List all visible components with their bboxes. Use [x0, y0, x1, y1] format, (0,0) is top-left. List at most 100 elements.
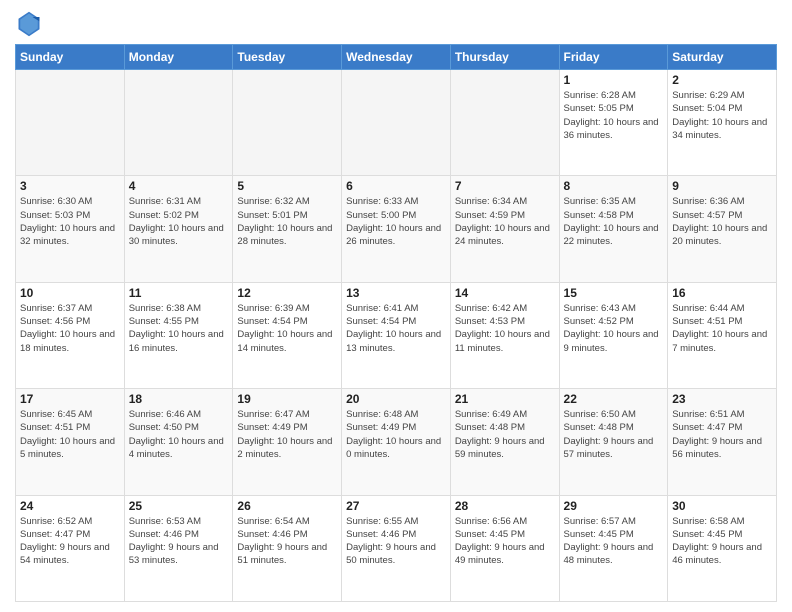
day-info: Sunrise: 6:29 AM Sunset: 5:04 PM Dayligh… — [672, 89, 772, 142]
calendar-cell: 5 Sunrise: 6:32 AM Sunset: 5:01 PM Daylig… — [233, 176, 342, 282]
weekday-header-saturday: Saturday — [668, 45, 777, 70]
day-number: 12 — [237, 286, 337, 300]
weekday-header-monday: Monday — [124, 45, 233, 70]
calendar-cell: 1 Sunrise: 6:28 AM Sunset: 5:05 PM Daylig… — [559, 70, 668, 176]
week-row-1: 1 Sunrise: 6:28 AM Sunset: 5:05 PM Daylig… — [16, 70, 777, 176]
day-info: Sunrise: 6:46 AM Sunset: 4:50 PM Dayligh… — [129, 408, 229, 461]
calendar-cell: 10 Sunrise: 6:37 AM Sunset: 4:56 PM Dayli… — [16, 282, 125, 388]
day-number: 10 — [20, 286, 120, 300]
day-info: Sunrise: 6:30 AM Sunset: 5:03 PM Dayligh… — [20, 195, 120, 248]
calendar-cell: 20Sunrise: 6:48 AM Sunset: 4:49 PM Dayli… — [342, 389, 451, 495]
calendar-cell: 29 Sunrise: 6:57 AM Sunset: 4:45 PM Dayli… — [559, 495, 668, 601]
calendar-cell: 21Sunrise: 6:49 AM Sunset: 4:48 PM Dayli… — [450, 389, 559, 495]
day-info: Sunrise: 6:31 AM Sunset: 5:02 PM Dayligh… — [129, 195, 229, 248]
calendar-cell: 2 Sunrise: 6:29 AM Sunset: 5:04 PM Daylig… — [668, 70, 777, 176]
calendar-cell: 13 Sunrise: 6:41 AM Sunset: 4:54 PM Dayli… — [342, 282, 451, 388]
day-info: Sunrise: 6:39 AM Sunset: 4:54 PM Dayligh… — [237, 302, 337, 355]
weekday-header-thursday: Thursday — [450, 45, 559, 70]
day-number: 2 — [672, 73, 772, 87]
day-number: 16 — [672, 286, 772, 300]
calendar: SundayMondayTuesdayWednesdayThursdayFrid… — [15, 44, 777, 602]
day-number: 20 — [346, 392, 446, 406]
calendar-cell: 4 Sunrise: 6:31 AM Sunset: 5:02 PM Daylig… — [124, 176, 233, 282]
day-info: Sunrise: 6:41 AM Sunset: 4:54 PM Dayligh… — [346, 302, 446, 355]
week-row-5: 24Sunrise: 6:52 AM Sunset: 4:47 PM Dayli… — [16, 495, 777, 601]
calendar-cell: 25Sunrise: 6:53 AM Sunset: 4:46 PM Dayli… — [124, 495, 233, 601]
day-info: Sunrise: 6:51 AM Sunset: 4:47 PM Dayligh… — [672, 408, 772, 461]
weekday-header-tuesday: Tuesday — [233, 45, 342, 70]
day-info: Sunrise: 6:58 AM Sunset: 4:45 PM Dayligh… — [672, 515, 772, 568]
day-number: 27 — [346, 499, 446, 513]
day-info: Sunrise: 6:38 AM Sunset: 4:55 PM Dayligh… — [129, 302, 229, 355]
logo-icon — [15, 10, 43, 38]
calendar-cell: 18 Sunrise: 6:46 AM Sunset: 4:50 PM Dayli… — [124, 389, 233, 495]
calendar-cell: 30 Sunrise: 6:58 AM Sunset: 4:45 PM Dayli… — [668, 495, 777, 601]
day-number: 21 — [455, 392, 555, 406]
calendar-cell: 14 Sunrise: 6:42 AM Sunset: 4:53 PM Dayli… — [450, 282, 559, 388]
day-info: Sunrise: 6:32 AM Sunset: 5:01 PM Dayligh… — [237, 195, 337, 248]
week-row-2: 3 Sunrise: 6:30 AM Sunset: 5:03 PM Daylig… — [16, 176, 777, 282]
day-info: Sunrise: 6:28 AM Sunset: 5:05 PM Dayligh… — [564, 89, 664, 142]
calendar-cell: 17 Sunrise: 6:45 AM Sunset: 4:51 PM Dayli… — [16, 389, 125, 495]
day-number: 1 — [564, 73, 664, 87]
calendar-cell: 28 Sunrise: 6:56 AM Sunset: 4:45 PM Dayli… — [450, 495, 559, 601]
day-info: Sunrise: 6:52 AM Sunset: 4:47 PM Dayligh… — [20, 515, 120, 568]
calendar-cell: 23Sunrise: 6:51 AM Sunset: 4:47 PM Dayli… — [668, 389, 777, 495]
day-number: 13 — [346, 286, 446, 300]
header — [15, 10, 777, 38]
day-info: Sunrise: 6:45 AM Sunset: 4:51 PM Dayligh… — [20, 408, 120, 461]
day-info: Sunrise: 6:50 AM Sunset: 4:48 PM Dayligh… — [564, 408, 664, 461]
day-info: Sunrise: 6:44 AM Sunset: 4:51 PM Dayligh… — [672, 302, 772, 355]
weekday-header-wednesday: Wednesday — [342, 45, 451, 70]
page: SundayMondayTuesdayWednesdayThursdayFrid… — [0, 0, 792, 612]
day-number: 6 — [346, 179, 446, 193]
calendar-cell — [16, 70, 125, 176]
day-number: 5 — [237, 179, 337, 193]
day-number: 7 — [455, 179, 555, 193]
day-number: 18 — [129, 392, 229, 406]
day-info: Sunrise: 6:56 AM Sunset: 4:45 PM Dayligh… — [455, 515, 555, 568]
day-info: Sunrise: 6:57 AM Sunset: 4:45 PM Dayligh… — [564, 515, 664, 568]
day-number: 8 — [564, 179, 664, 193]
calendar-cell: 11 Sunrise: 6:38 AM Sunset: 4:55 PM Dayli… — [124, 282, 233, 388]
day-info: Sunrise: 6:53 AM Sunset: 4:46 PM Dayligh… — [129, 515, 229, 568]
day-number: 4 — [129, 179, 229, 193]
day-number: 17 — [20, 392, 120, 406]
day-number: 19 — [237, 392, 337, 406]
day-number: 28 — [455, 499, 555, 513]
day-number: 3 — [20, 179, 120, 193]
day-number: 29 — [564, 499, 664, 513]
day-info: Sunrise: 6:47 AM Sunset: 4:49 PM Dayligh… — [237, 408, 337, 461]
calendar-cell: 9 Sunrise: 6:36 AM Sunset: 4:57 PM Daylig… — [668, 176, 777, 282]
day-number: 14 — [455, 286, 555, 300]
day-info: Sunrise: 6:37 AM Sunset: 4:56 PM Dayligh… — [20, 302, 120, 355]
day-number: 30 — [672, 499, 772, 513]
day-info: Sunrise: 6:35 AM Sunset: 4:58 PM Dayligh… — [564, 195, 664, 248]
calendar-cell — [233, 70, 342, 176]
logo — [15, 10, 47, 38]
calendar-cell: 24Sunrise: 6:52 AM Sunset: 4:47 PM Dayli… — [16, 495, 125, 601]
calendar-cell: 19 Sunrise: 6:47 AM Sunset: 4:49 PM Dayli… — [233, 389, 342, 495]
calendar-cell: 6 Sunrise: 6:33 AM Sunset: 5:00 PM Daylig… — [342, 176, 451, 282]
day-info: Sunrise: 6:54 AM Sunset: 4:46 PM Dayligh… — [237, 515, 337, 568]
calendar-cell: 16 Sunrise: 6:44 AM Sunset: 4:51 PM Dayli… — [668, 282, 777, 388]
calendar-cell: 7 Sunrise: 6:34 AM Sunset: 4:59 PM Daylig… — [450, 176, 559, 282]
day-info: Sunrise: 6:33 AM Sunset: 5:00 PM Dayligh… — [346, 195, 446, 248]
calendar-body: 1 Sunrise: 6:28 AM Sunset: 5:05 PM Daylig… — [16, 70, 777, 602]
day-number: 9 — [672, 179, 772, 193]
calendar-cell: 26 Sunrise: 6:54 AM Sunset: 4:46 PM Dayli… — [233, 495, 342, 601]
calendar-cell: 22Sunrise: 6:50 AM Sunset: 4:48 PM Dayli… — [559, 389, 668, 495]
calendar-cell — [450, 70, 559, 176]
day-number: 26 — [237, 499, 337, 513]
day-info: Sunrise: 6:34 AM Sunset: 4:59 PM Dayligh… — [455, 195, 555, 248]
day-info: Sunrise: 6:36 AM Sunset: 4:57 PM Dayligh… — [672, 195, 772, 248]
calendar-cell: 8 Sunrise: 6:35 AM Sunset: 4:58 PM Daylig… — [559, 176, 668, 282]
calendar-header: SundayMondayTuesdayWednesdayThursdayFrid… — [16, 45, 777, 70]
calendar-cell — [342, 70, 451, 176]
calendar-cell: 27Sunrise: 6:55 AM Sunset: 4:46 PM Dayli… — [342, 495, 451, 601]
calendar-cell: 12 Sunrise: 6:39 AM Sunset: 4:54 PM Dayli… — [233, 282, 342, 388]
day-number: 11 — [129, 286, 229, 300]
day-number: 15 — [564, 286, 664, 300]
day-info: Sunrise: 6:42 AM Sunset: 4:53 PM Dayligh… — [455, 302, 555, 355]
week-row-4: 17 Sunrise: 6:45 AM Sunset: 4:51 PM Dayli… — [16, 389, 777, 495]
